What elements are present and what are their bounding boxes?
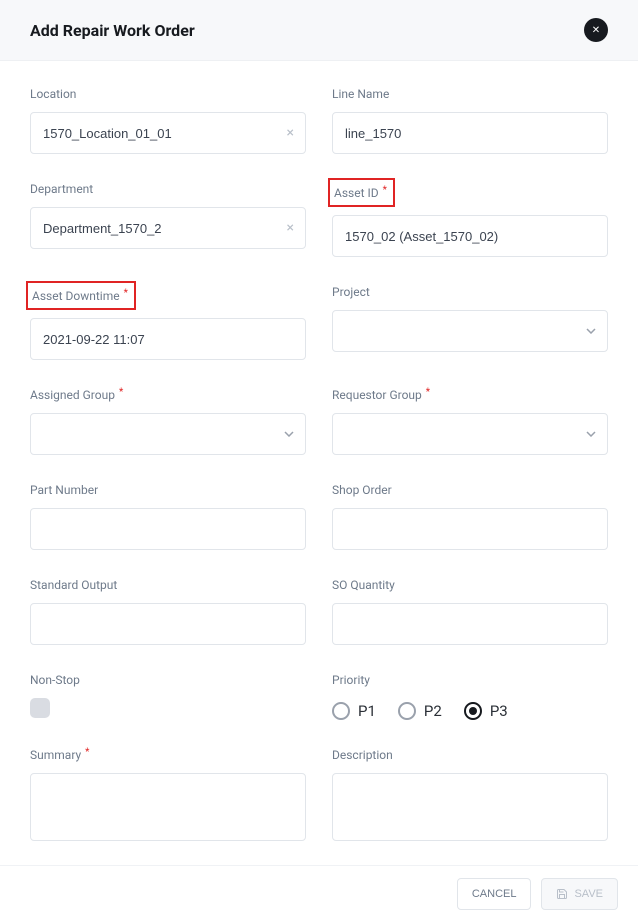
requestor-group-label: Requestor Group xyxy=(332,388,422,402)
department-label: Department xyxy=(30,182,93,196)
radio-icon xyxy=(398,702,416,720)
modal-title: Add Repair Work Order xyxy=(30,21,195,40)
non-stop-checkbox[interactable] xyxy=(30,698,50,718)
modal-body: Location × Line Name Department × Asset … xyxy=(0,61,638,865)
line-name-label: Line Name xyxy=(332,87,389,101)
cancel-button[interactable]: CANCEL xyxy=(457,878,532,910)
project-select[interactable] xyxy=(332,310,608,352)
close-icon: ✕ xyxy=(592,25,600,36)
modal-header: Add Repair Work Order ✕ xyxy=(0,0,638,61)
required-icon: * xyxy=(119,387,123,398)
summary-label: Summary xyxy=(30,748,81,762)
priority-radios: P1 P2 P3 xyxy=(332,698,608,720)
modal-footer: CANCEL SAVE xyxy=(0,865,638,922)
department-input[interactable] xyxy=(30,207,306,249)
asset-id-label: Asset ID xyxy=(334,186,379,200)
save-button[interactable]: SAVE xyxy=(541,878,618,910)
radio-icon xyxy=(464,702,482,720)
radio-label: P2 xyxy=(424,702,442,720)
priority-p1-radio[interactable]: P1 xyxy=(332,702,376,720)
so-quantity-input[interactable] xyxy=(332,603,608,645)
location-input[interactable] xyxy=(30,112,306,154)
asset-downtime-label: Asset Downtime xyxy=(32,289,120,303)
description-label: Description xyxy=(332,748,393,762)
location-label: Location xyxy=(30,87,76,101)
requestor-group-select[interactable] xyxy=(332,413,608,455)
required-icon: * xyxy=(426,387,430,398)
priority-label: Priority xyxy=(332,673,370,687)
part-number-input[interactable] xyxy=(30,508,306,550)
required-icon: * xyxy=(383,185,387,196)
radio-label: P1 xyxy=(358,702,376,720)
priority-p2-radio[interactable]: P2 xyxy=(398,702,442,720)
radio-label: P3 xyxy=(490,702,508,720)
clear-icon[interactable]: × xyxy=(287,220,294,236)
assigned-group-label: Assigned Group xyxy=(30,388,115,402)
close-button[interactable]: ✕ xyxy=(584,18,608,42)
description-textarea[interactable] xyxy=(332,773,608,841)
non-stop-label: Non-Stop xyxy=(30,673,80,687)
shop-order-label: Shop Order xyxy=(332,483,392,497)
save-button-label: SAVE xyxy=(574,888,603,900)
required-icon: * xyxy=(124,288,128,299)
save-icon xyxy=(556,888,568,900)
so-quantity-label: SO Quantity xyxy=(332,578,395,592)
radio-icon xyxy=(332,702,350,720)
required-icon: * xyxy=(85,747,89,758)
standard-output-input[interactable] xyxy=(30,603,306,645)
shop-order-input[interactable] xyxy=(332,508,608,550)
clear-icon[interactable]: × xyxy=(287,125,294,141)
standard-output-label: Standard Output xyxy=(30,578,117,592)
part-number-label: Part Number xyxy=(30,483,98,497)
priority-p3-radio[interactable]: P3 xyxy=(464,702,508,720)
line-name-input[interactable] xyxy=(332,112,608,154)
project-label: Project xyxy=(332,285,370,299)
asset-downtime-input[interactable] xyxy=(30,318,306,360)
summary-textarea[interactable] xyxy=(30,773,306,841)
asset-id-input[interactable] xyxy=(332,215,608,257)
assigned-group-select[interactable] xyxy=(30,413,306,455)
